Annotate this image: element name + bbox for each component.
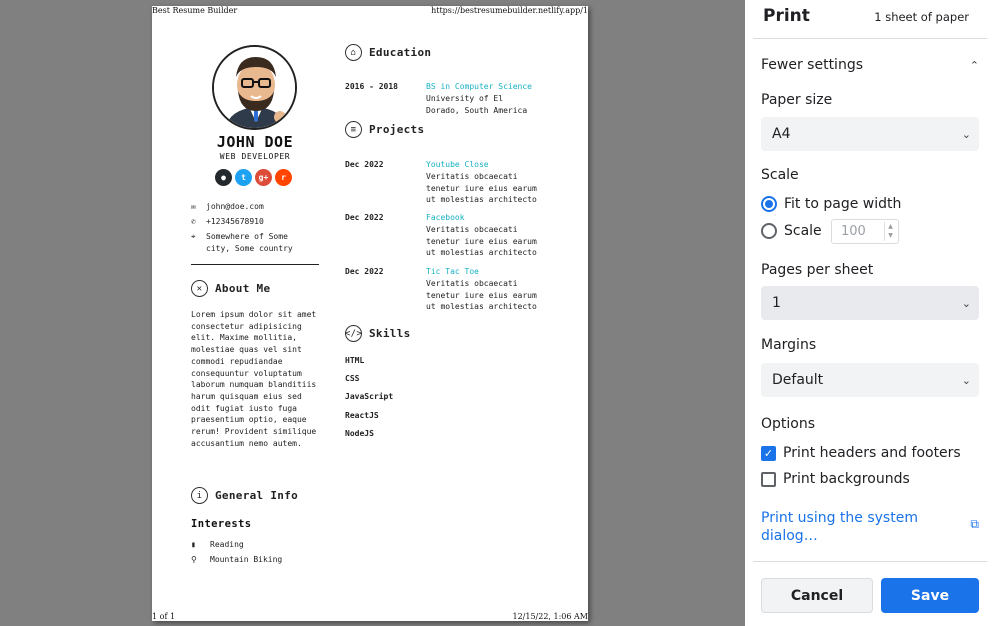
fewer-settings-toggle[interactable]: Fewer settings ⌃ [761,57,979,73]
footer-date: 12/15/22, 1:06 AM [512,612,589,621]
project-date: Dec 2022 [345,267,384,276]
pages-per-sheet-label: Pages per sheet [761,262,874,278]
project-title: Youtube Close [426,160,489,169]
pages-per-sheet-select[interactable]: 1 ⌄ [761,286,979,320]
header-right-url: https://bestresumebuilder.netlify.app/1 [431,6,588,15]
bicycle-icon: ⚲ [191,555,197,564]
margins-select[interactable]: Default ⌄ [761,363,979,397]
contact-phone: ✆ +12345678910 [191,217,264,226]
paper-size-select[interactable]: A4 ⌄ [761,117,979,151]
cancel-button[interactable]: Cancel [761,578,873,613]
projects-heading: ≡ Projects [345,121,424,138]
about-text: Lorem ipsum dolor sit amet consectetur a… [191,310,317,448]
education-dates: 2016 - 2018 [345,82,398,91]
print-preview-area: Best Resume Builder https://bestresumebu… [0,0,745,626]
skill-item: CSS [345,374,360,383]
radio-selected-icon [761,196,777,212]
margins-label: Margins [761,337,817,353]
contact-email: ✉ john@doe.com [191,202,264,211]
about-icon: ✕ [191,280,208,297]
about-heading: ✕ About Me [191,280,270,297]
skill-item: ReactJS [345,411,379,420]
checkmark-icon: ✓ [761,445,776,461]
interests-heading: Interests [191,518,252,530]
phone-icon: ✆ [191,217,196,226]
resume-role: WEB DEVELOPER [219,152,291,161]
google-plus-icon[interactable]: g+ [255,169,272,186]
interest-item: ▮ Reading [191,540,244,549]
reddit-icon[interactable]: r [275,169,292,186]
contact-address: ⌖ Somewhere of Some city, Some country [191,232,293,253]
preview-page: Best Resume Builder https://bestresumebu… [152,6,588,621]
project-description: Veritatis obcaecati tenetur iure eius ear… [426,172,537,205]
education-school: University of El Dorado, South America [426,94,528,115]
options-label: Options [761,416,816,432]
chevron-down-icon: ⌄ [961,127,971,141]
external-link-icon: ⧉ [970,517,979,531]
fit-to-page-radio[interactable]: Fit to page width [761,196,901,212]
print-title: Print [763,6,810,26]
location-pin-icon: ⌖ [191,232,196,241]
interest-item: ⚲ Mountain Biking [191,555,283,564]
chevron-down-icon: ⌄ [961,296,971,310]
social-links: ● t g+ r [215,169,292,186]
footer-page-count: 1 of 1 [152,612,176,621]
scale-label: Scale [761,167,799,183]
twitter-icon[interactable]: t [235,169,252,186]
divider [753,38,987,39]
skill-item: JavaScript [345,392,394,401]
header-left-title: Best Resume Builder [152,6,238,15]
mail-icon: ✉ [191,202,196,211]
graduation-cap-icon: ⌂ [345,44,362,61]
github-icon[interactable]: ● [215,169,232,186]
project-title: Tic Tac Toe [426,267,479,276]
book-icon: ▮ [191,540,196,549]
custom-scale-radio[interactable]: Scale [761,223,822,239]
skills-heading: </> Skills [344,325,411,342]
project-title: Facebook [426,213,465,222]
skill-item: HTML [345,356,365,365]
general-info-heading: i General Info [191,487,298,504]
divider [753,561,987,562]
project-description: Veritatis obcaecati tenetur iure eius ear… [426,279,537,312]
save-button[interactable]: Save [881,578,979,613]
code-icon: </> [345,325,362,342]
paper-size-label: Paper size [761,92,833,108]
headers-footers-checkbox[interactable]: ✓ Print headers and footers [761,445,961,461]
backgrounds-checkbox[interactable]: Print backgrounds [761,471,910,487]
print-settings-panel: Print 1 sheet of paper Fewer settings ⌃ … [745,0,993,626]
project-date: Dec 2022 [345,213,384,222]
education-degree: BS in Computer Science [426,82,532,91]
sheet-count: 1 sheet of paper [874,10,969,24]
spinner-arrows-icon[interactable]: ▲ ▼ [884,222,896,241]
skill-item: NodeJS [345,429,374,438]
system-dialog-link[interactable]: Print using the system dialog… ⧉ [761,509,979,545]
project-date: Dec 2022 [345,160,384,169]
education-heading: ⌂ Education [345,44,431,61]
avatar [212,45,297,130]
info-icon: i [191,487,208,504]
scale-input[interactable]: 100 ▲ ▼ [831,219,899,244]
checkbox-empty-icon [761,471,776,487]
section-divider [191,264,319,265]
project-description: Veritatis obcaecati tenetur iure eius ear… [426,225,537,258]
radio-unselected-icon [761,223,777,239]
resume-name: JOHN DOE [216,133,294,151]
chevron-up-icon: ⌃ [969,58,979,72]
chevron-down-icon: ⌄ [961,373,971,387]
list-icon: ≡ [345,121,362,138]
